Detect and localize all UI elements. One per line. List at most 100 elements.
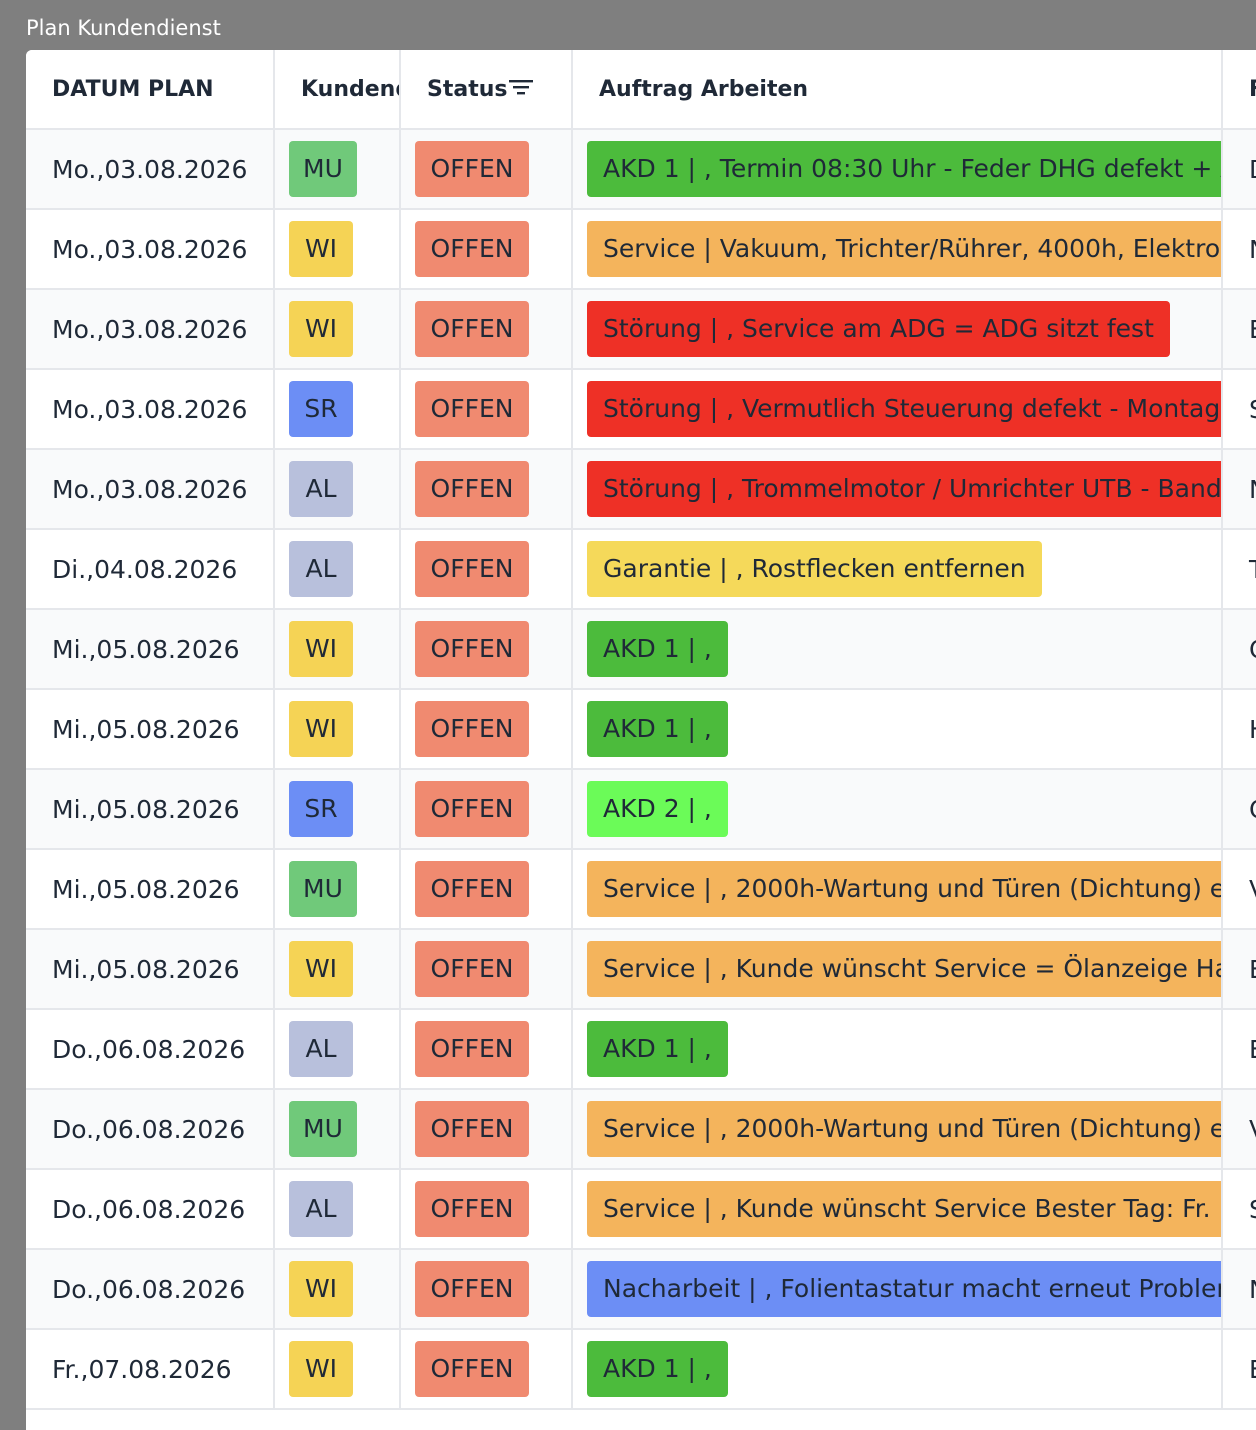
technician-badge[interactable]: MU (289, 1101, 357, 1157)
status-badge[interactable]: OFFEN (415, 1341, 529, 1397)
table-row[interactable]: Do.,06.08.2026 WI OFFEN Nacharbeit | , Foli… (26, 1249, 1256, 1330)
cell-auftrag: Störung | , Vermutlich Steuerung defekt … (572, 369, 1223, 450)
cell-auftrag: Service | Vakuum, Trichter/Rührer, 4000h… (572, 209, 1223, 290)
table-row[interactable]: Do.,06.08.2026 MU OFFEN Service | , 2000h-W… (26, 1089, 1256, 1170)
status-badge[interactable]: OFFEN (415, 941, 529, 997)
date-text: Do.,06.08.2026 (52, 1194, 246, 1224)
table-row[interactable]: Mi.,05.08.2026 WI OFFEN Service | , Kunde w… (26, 929, 1256, 1010)
cell-next: H (1222, 689, 1256, 770)
technician-badge[interactable]: AL (289, 541, 353, 597)
column-header-datum[interactable]: DATUM PLAN (26, 50, 275, 130)
status-badge[interactable]: OFFEN (415, 381, 529, 437)
technician-badge[interactable]: WI (289, 221, 353, 277)
table-body: Mo.,03.08.2026 MU OFFEN AKD 1 | , Termin 08… (26, 129, 1256, 1410)
task-badge[interactable]: Service | , 2000h-Wartung und Türen (Dic… (587, 861, 1220, 917)
technician-badge[interactable]: AL (289, 461, 353, 517)
cell-next: V (1222, 849, 1256, 930)
task-badge[interactable]: Störung | , Trommelmotor / Umrichter UTB… (587, 461, 1220, 517)
task-badge[interactable]: Service | , Kunde wünscht Service = Ölan… (587, 941, 1220, 997)
table-row[interactable]: Mo.,03.08.2026 WI OFFEN Service | Vakuum, T… (26, 209, 1256, 290)
technician-badge[interactable]: AL (289, 1021, 353, 1077)
status-badge[interactable]: OFFEN (415, 1261, 529, 1317)
table-row[interactable]: Do.,06.08.2026 AL OFFEN Service | , Kunde w… (26, 1169, 1256, 1250)
status-badge[interactable]: OFFEN (415, 1021, 529, 1077)
table-row[interactable]: Mo.,03.08.2026 MU OFFEN AKD 1 | , Termin 08… (26, 129, 1256, 210)
technician-badge[interactable]: MU (289, 141, 357, 197)
table-row[interactable]: Do.,06.08.2026 AL OFFEN AKD 1 | , E (26, 1009, 1256, 1090)
task-badge[interactable]: Störung | , Vermutlich Steuerung defekt … (587, 381, 1220, 437)
technician-badge[interactable]: WI (289, 621, 353, 677)
task-badge[interactable]: Service | , 2000h-Wartung und Türen (Dic… (587, 1101, 1220, 1157)
cell-kundendienst: AL (274, 529, 401, 610)
task-badge[interactable]: Störung | , Service am ADG = ADG sitzt f… (587, 301, 1170, 357)
table-row[interactable]: Mi.,05.08.2026 WI OFFEN AKD 1 | , H (26, 689, 1256, 770)
task-badge[interactable]: Service | Vakuum, Trichter/Rührer, 4000h… (587, 221, 1220, 277)
task-badge[interactable]: AKD 1 | , (587, 621, 728, 677)
status-badge[interactable]: OFFEN (415, 1101, 529, 1157)
status-badge[interactable]: OFFEN (415, 301, 529, 357)
table-row[interactable]: Fr.,07.08.2026 WI OFFEN AKD 1 | , E (26, 1329, 1256, 1410)
cell-kundendienst: SR (274, 769, 401, 850)
cell-status: OFFEN (400, 449, 573, 530)
status-badge[interactable]: OFFEN (415, 221, 529, 277)
next-column-text: C (1249, 795, 1256, 824)
status-badge[interactable]: OFFEN (415, 141, 529, 197)
cell-auftrag: AKD 1 | , (572, 689, 1223, 770)
table-row[interactable]: Mi.,05.08.2026 SR OFFEN AKD 2 | , C (26, 769, 1256, 850)
cell-status: OFFEN (400, 129, 573, 210)
filter-lines-icon[interactable] (509, 76, 534, 102)
status-badge[interactable]: OFFEN (415, 541, 529, 597)
technician-badge[interactable]: WI (289, 941, 353, 997)
cell-datum: Do.,06.08.2026 (26, 1169, 275, 1250)
cell-next: V (1222, 1089, 1256, 1170)
column-header-next[interactable]: F (1222, 50, 1256, 130)
next-column-text: N (1249, 475, 1256, 504)
cell-datum: Mo.,03.08.2026 (26, 129, 275, 210)
task-badge[interactable]: AKD 2 | , (587, 781, 728, 837)
task-badge[interactable]: AKD 1 | , (587, 1021, 728, 1077)
technician-badge[interactable]: WI (289, 1261, 353, 1317)
date-text: Mi.,05.08.2026 (52, 954, 240, 984)
column-header-status-label: Status (427, 76, 508, 102)
table-row[interactable]: Di.,04.08.2026 AL OFFEN Garantie | , Rostfl… (26, 529, 1256, 610)
task-badge[interactable]: Nacharbeit | , Folientastatur macht erne… (587, 1261, 1220, 1317)
cell-auftrag: Service | , 2000h-Wartung und Türen (Dic… (572, 849, 1223, 930)
status-badge[interactable]: OFFEN (415, 1181, 529, 1237)
cell-status: OFFEN (400, 1169, 573, 1250)
task-badge[interactable]: AKD 1 | , (587, 701, 728, 757)
column-header-auftrag[interactable]: Auftrag Arbeiten (572, 50, 1223, 130)
technician-badge[interactable]: WI (289, 1341, 353, 1397)
task-badge[interactable]: AKD 1 | , Termin 08:30 Uhr - Feder DHG d… (587, 141, 1220, 197)
cell-status: OFFEN (400, 929, 573, 1010)
table-row[interactable]: Mi.,05.08.2026 WI OFFEN AKD 1 | , C (26, 609, 1256, 690)
date-text: Mo.,03.08.2026 (52, 474, 248, 504)
table-row[interactable]: Mo.,03.08.2026 AL OFFEN Störung | , Trommel… (26, 449, 1256, 530)
technician-badge[interactable]: MU (289, 861, 357, 917)
technician-badge[interactable]: AL (289, 1181, 353, 1237)
cell-kundendienst: WI (274, 1249, 401, 1330)
technician-badge[interactable]: SR (289, 781, 353, 837)
date-text: Do.,06.08.2026 (52, 1274, 246, 1304)
date-text: Mi.,05.08.2026 (52, 794, 240, 824)
technician-badge[interactable]: SR (289, 381, 353, 437)
status-badge[interactable]: OFFEN (415, 461, 529, 517)
cell-auftrag: AKD 1 | , (572, 1329, 1223, 1410)
cell-auftrag: AKD 1 | , (572, 1009, 1223, 1090)
cell-status: OFFEN (400, 369, 573, 450)
task-badge[interactable]: AKD 1 | , (587, 1341, 728, 1397)
column-header-status[interactable]: Status (400, 50, 573, 130)
cell-datum: Do.,06.08.2026 (26, 1249, 275, 1330)
task-badge[interactable]: Garantie | , Rostflecken entfernen (587, 541, 1042, 597)
task-badge[interactable]: Service | , Kunde wünscht Service Bester… (587, 1181, 1220, 1237)
technician-badge[interactable]: WI (289, 301, 353, 357)
status-badge[interactable]: OFFEN (415, 861, 529, 917)
status-badge[interactable]: OFFEN (415, 621, 529, 677)
status-badge[interactable]: OFFEN (415, 701, 529, 757)
table-row[interactable]: Mo.,03.08.2026 SR OFFEN Störung | , Vermutl… (26, 369, 1256, 450)
technician-badge[interactable]: WI (289, 701, 353, 757)
table-row[interactable]: Mo.,03.08.2026 WI OFFEN Störung | , Service… (26, 289, 1256, 370)
status-badge[interactable]: OFFEN (415, 781, 529, 837)
cell-auftrag: Garantie | , Rostflecken entfernen (572, 529, 1223, 610)
column-header-kundendienst[interactable]: Kundendienst (274, 50, 401, 130)
table-row[interactable]: Mi.,05.08.2026 MU OFFEN Service | , 2000h-W… (26, 849, 1256, 930)
